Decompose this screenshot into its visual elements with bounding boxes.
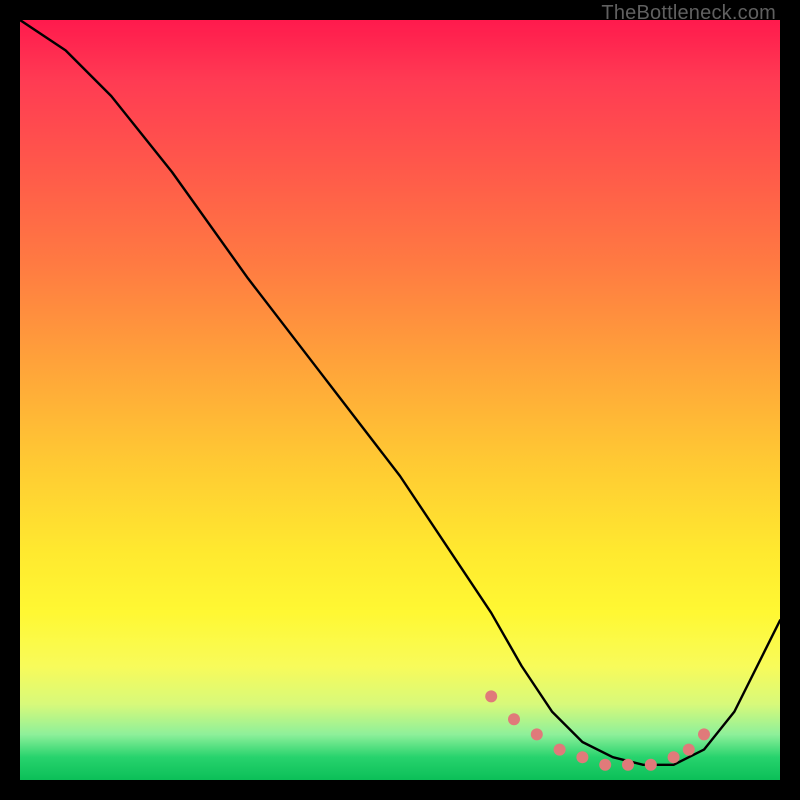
curve-svg: [20, 20, 780, 780]
optimal-point: [508, 713, 520, 725]
optimal-point: [622, 759, 634, 771]
optimal-point: [531, 728, 543, 740]
optimal-point: [645, 759, 657, 771]
optimal-point: [485, 690, 497, 702]
optimal-point: [576, 751, 588, 763]
optimal-point: [683, 744, 695, 756]
optimal-point: [554, 744, 566, 756]
bottleneck-curve: [20, 20, 780, 765]
chart-frame: TheBottleneck.com: [0, 0, 800, 800]
optimal-range-markers: [485, 690, 710, 770]
plot-area: [20, 20, 780, 780]
optimal-point: [698, 728, 710, 740]
optimal-point: [599, 759, 611, 771]
optimal-point: [668, 751, 680, 763]
